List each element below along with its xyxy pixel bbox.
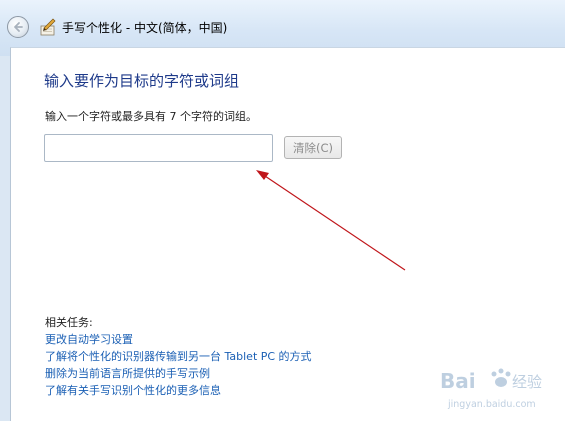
task-link-delete-samples[interactable]: 删除为当前语言所提供的手写示例 — [45, 365, 312, 382]
target-phrase-input[interactable] — [44, 134, 273, 162]
clear-button[interactable]: 清除(C) — [284, 136, 342, 159]
back-button[interactable] — [7, 16, 29, 38]
related-tasks-heading: 相关任务: — [45, 316, 93, 329]
page-heading: 输入要作为目标的字符或词组 — [44, 72, 240, 90]
instruction-text: 输入一个字符或最多具有 7 个字符的词组。 — [45, 110, 257, 123]
related-tasks: 相关任务: 更改自动学习设置 了解将个性化的识别器传输到另一台 Tablet P… — [45, 315, 312, 399]
task-link-more-info[interactable]: 了解有关手写识别个性化的更多信息 — [45, 382, 312, 399]
back-arrow-icon — [14, 22, 23, 32]
content-panel: 输入要作为目标的字符或词组 输入一个字符或最多具有 7 个字符的词组。 清除(C… — [10, 47, 565, 421]
pen-paper-icon — [40, 18, 56, 36]
task-link-transfer-recognizer[interactable]: 了解将个性化的识别器传输到另一台 Tablet PC 的方式 — [45, 348, 312, 365]
window-title: 手写个性化 - 中文(简体，中国) — [62, 21, 228, 35]
task-link-auto-learning[interactable]: 更改自动学习设置 — [45, 331, 312, 348]
